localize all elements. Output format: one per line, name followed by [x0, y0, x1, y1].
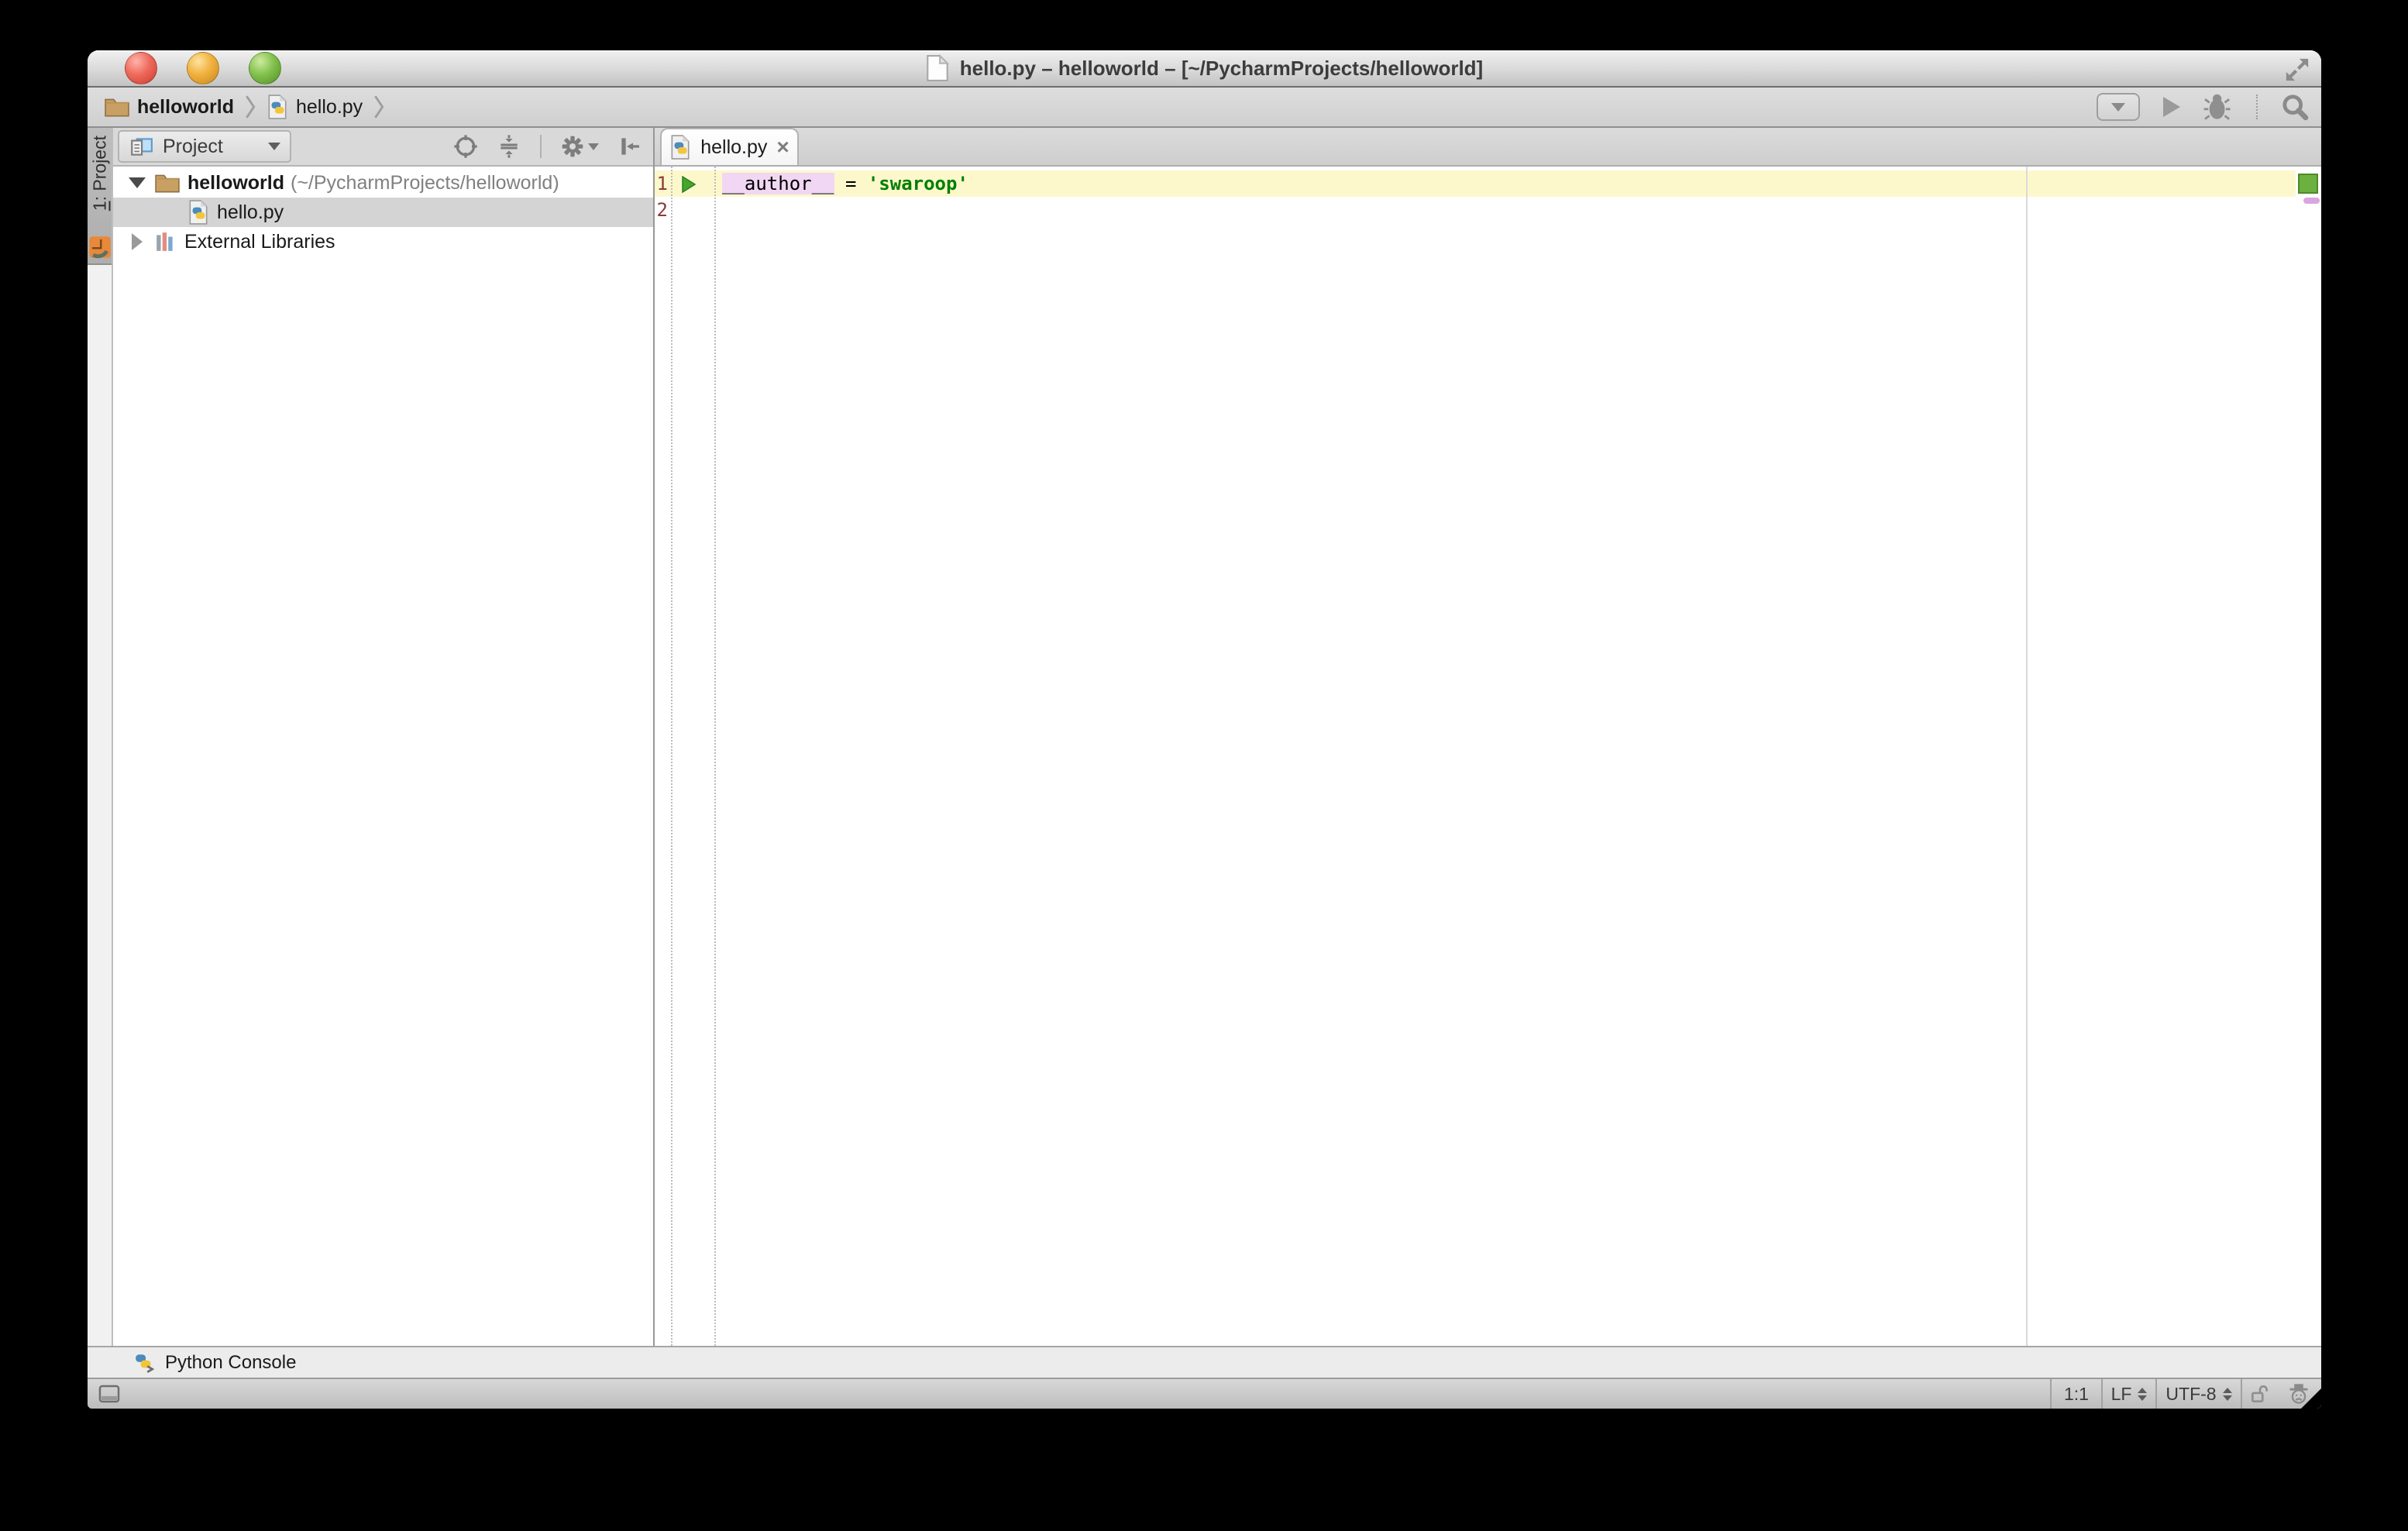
- tree-row-helloworld[interactable]: helloworld (~/PycharmProjects/helloworld…: [113, 168, 653, 198]
- python-file-icon: [267, 95, 288, 119]
- breadcrumb-project-label: helloworld: [137, 96, 234, 119]
- breadcrumb: helloworld hello.py: [88, 95, 387, 119]
- identifier-token: __author__: [722, 173, 834, 194]
- tab-label: hello.py: [700, 136, 767, 159]
- project-view-icon: [129, 136, 153, 157]
- python-file-icon: [669, 135, 691, 160]
- caret-position[interactable]: 1:1: [2052, 1379, 2101, 1409]
- toolwindow-toggle-icon[interactable]: [98, 1385, 120, 1403]
- hide-panel-icon[interactable]: [617, 134, 642, 159]
- chevron-down-icon: [268, 143, 280, 150]
- unlock-icon[interactable]: [2250, 1383, 2270, 1405]
- tree-label: helloworld: [187, 172, 284, 194]
- run-config-dropdown[interactable]: [2097, 93, 2140, 121]
- status-bar: 1:1 LF UTF-8: [88, 1378, 2321, 1409]
- code-editor[interactable]: 1 2 __author__ = 'swaroop': [655, 167, 2321, 1346]
- tree-row-hello-py[interactable]: hello.py: [113, 198, 653, 227]
- hector-icon[interactable]: [2287, 1383, 2310, 1405]
- title-bar: hello.py – helloworld – [~/PycharmProjec…: [88, 50, 2321, 88]
- error-stripe-mark[interactable]: [2303, 198, 2320, 204]
- chevron-right-icon: [373, 95, 384, 119]
- updown-arrows-icon: [2138, 1388, 2147, 1401]
- close-button[interactable]: [125, 52, 157, 84]
- project-tree: helloworld (~/PycharmProjects/helloworld…: [113, 167, 653, 256]
- line-number: 2: [655, 197, 668, 223]
- editor-tab-bar: hello.py ×: [655, 128, 2321, 167]
- window-title: hello.py – helloworld – [~/PycharmProjec…: [926, 54, 1483, 82]
- folder-icon: [105, 97, 129, 117]
- project-view-label: Project: [163, 136, 259, 158]
- toolbar-separator: [2256, 95, 2258, 119]
- python-console-button[interactable]: Python Console: [165, 1352, 296, 1374]
- debug-icon[interactable]: [2203, 94, 2233, 120]
- tree-row-external-libraries[interactable]: External Libraries: [113, 227, 653, 256]
- main-area: 1: Project Project: [88, 128, 2321, 1346]
- search-icon[interactable]: [2281, 93, 2309, 121]
- tab-hello-py[interactable]: hello.py ×: [660, 128, 799, 165]
- breadcrumb-item-project[interactable]: helloworld: [105, 96, 234, 119]
- python-file-icon: [187, 200, 209, 225]
- navigation-bar: helloworld hello.py: [88, 88, 2321, 128]
- sidebar-item-project-tab[interactable]: 1: Project: [88, 128, 112, 265]
- run-icon[interactable]: [2163, 97, 2180, 117]
- zoom-button[interactable]: [249, 52, 281, 84]
- chevron-right-icon: [245, 95, 256, 119]
- bottom-toolwindow-bar: Python Console: [88, 1346, 2321, 1378]
- operator-token: =: [834, 173, 868, 194]
- folder-icon: [155, 173, 180, 193]
- gutter-separator: [671, 167, 673, 1346]
- encoding-selector[interactable]: UTF-8: [2157, 1379, 2241, 1409]
- project-tab-label: 1: Project: [89, 136, 110, 211]
- close-icon[interactable]: ×: [776, 136, 789, 158]
- updown-arrows-icon: [2223, 1388, 2232, 1401]
- line-separator-selector[interactable]: LF: [2103, 1379, 2155, 1409]
- pycharm-window: hello.py – helloworld – [~/PycharmProjec…: [88, 50, 2321, 1409]
- minimize-button[interactable]: [187, 52, 219, 84]
- library-icon: [155, 231, 177, 253]
- pycharm-logo-icon: [88, 236, 112, 259]
- tree-label: hello.py: [217, 201, 284, 224]
- traffic-lights: [125, 50, 281, 86]
- project-panel: Project: [113, 128, 655, 1346]
- tree-path-detail: (~/PycharmProjects/helloworld): [291, 172, 559, 194]
- run-toolbar: [2097, 88, 2309, 126]
- inspection-ok-badge[interactable]: [2298, 174, 2318, 194]
- expanded-twistie-icon[interactable]: [130, 177, 144, 188]
- fullscreen-icon[interactable]: [2284, 57, 2310, 83]
- breadcrumb-item-file[interactable]: hello.py: [267, 95, 363, 119]
- toolwindow-strip: 1: Project: [88, 128, 113, 1346]
- settings-icon[interactable]: [560, 134, 599, 159]
- string-token: 'swaroop': [868, 173, 968, 194]
- code-line-1: __author__ = 'swaroop': [722, 170, 968, 197]
- line-number: 1: [655, 170, 668, 197]
- project-panel-header: Project: [113, 128, 653, 167]
- editor-area: hello.py × 1 2 __author__ = 'swaroop': [655, 128, 2321, 1346]
- target-icon[interactable]: [453, 134, 478, 159]
- run-line-marker-icon[interactable]: [681, 176, 697, 193]
- tree-label: External Libraries: [184, 231, 335, 253]
- project-view-selector[interactable]: Project: [118, 130, 291, 163]
- toolbar-separator: [540, 135, 542, 158]
- python-console-icon: [134, 1352, 156, 1374]
- window-title-text: hello.py – helloworld – [~/PycharmProjec…: [960, 57, 1483, 81]
- chevron-down-icon: [588, 143, 599, 150]
- collapsed-twistie-icon[interactable]: [130, 233, 144, 250]
- document-icon: [926, 54, 949, 82]
- collapse-all-icon[interactable]: [497, 134, 521, 159]
- breadcrumb-file-label: hello.py: [296, 96, 363, 119]
- gutter-separator: [714, 167, 716, 1346]
- right-margin-line: [2026, 167, 2028, 1346]
